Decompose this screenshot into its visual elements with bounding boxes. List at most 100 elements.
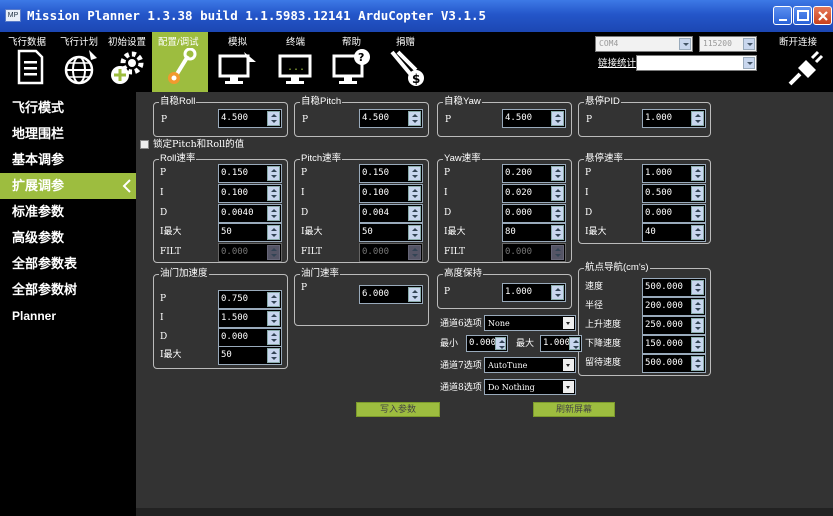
spinner-arrows-icon[interactable] xyxy=(267,348,280,363)
tune-max-input[interactable]: 1.000 xyxy=(540,335,582,352)
rate-pitch-d-input[interactable]: 0.004 xyxy=(359,204,423,223)
initial-setup-icon xyxy=(111,51,144,84)
toolbar-simulation[interactable]: 模拟 xyxy=(208,32,264,92)
ch6-select[interactable]: None xyxy=(484,315,576,331)
spinner-arrows-icon[interactable] xyxy=(691,337,704,352)
alt-hold-p-input[interactable]: 1.000 xyxy=(502,283,566,302)
spinner-arrows-icon[interactable] xyxy=(691,111,704,126)
spinner-arrows-icon[interactable] xyxy=(691,356,704,371)
spinner-arrows-icon[interactable] xyxy=(551,186,564,201)
rate-roll-i-input[interactable]: 0.100 xyxy=(218,184,282,203)
rate-pitch-i-input[interactable]: 0.100 xyxy=(359,184,423,203)
ch8-select[interactable]: Do Nothing xyxy=(484,379,576,395)
spinner-arrows-icon[interactable] xyxy=(267,111,280,126)
rate-pitch-p-input[interactable]: 0.150 xyxy=(359,164,423,183)
rate-roll-p-input[interactable]: 0.150 xyxy=(218,164,282,183)
spinner-arrows-icon[interactable] xyxy=(551,225,564,240)
disconnect-plug-icon[interactable] xyxy=(786,48,826,88)
toolbar-flight-plan[interactable]: 飞行计划 xyxy=(56,32,104,92)
wpnav-descent-speed-input[interactable]: 150.000 xyxy=(642,335,706,354)
spinner-arrows-icon[interactable] xyxy=(267,186,280,201)
baud-select[interactable]: 115200 xyxy=(699,36,757,52)
minimize-button[interactable] xyxy=(773,6,792,25)
link-stats-link[interactable]: 链接统计 xyxy=(598,55,636,69)
sidebar-item-full-param-list[interactable]: 全部参数表 xyxy=(0,251,136,277)
spinner-arrows-icon[interactable] xyxy=(408,287,421,302)
rate-yaw-i-input[interactable]: 0.020 xyxy=(502,184,566,203)
loiter-pid-p-input[interactable]: 1.000 xyxy=(642,109,706,128)
toolbar-config-tuning[interactable]: 配置/调试 xyxy=(152,32,208,92)
spinner-arrows-icon[interactable] xyxy=(408,166,421,181)
maximize-button[interactable] xyxy=(793,6,812,25)
stab-yaw-p-input[interactable]: 4.500 xyxy=(502,109,566,128)
loiter-rate-i-input[interactable]: 0.500 xyxy=(642,184,706,203)
spinner-arrows-icon[interactable] xyxy=(691,225,704,240)
spinner-arrows-icon[interactable] xyxy=(408,111,421,126)
spinner-arrows-icon[interactable] xyxy=(267,292,280,307)
spinner-arrows-icon[interactable] xyxy=(551,111,564,126)
throttle-accel-d-input[interactable]: 0.000 xyxy=(218,328,282,347)
spinner-arrows-icon[interactable] xyxy=(569,337,580,350)
wpnav-climb-speed-input[interactable]: 250.000 xyxy=(642,316,706,335)
spinner-arrows-icon[interactable] xyxy=(551,285,564,300)
sidebar-item-planner[interactable]: Planner xyxy=(0,303,136,329)
spinner-arrows-icon[interactable] xyxy=(551,206,564,221)
loiter-rate-p-input[interactable]: 1.000 xyxy=(642,164,706,183)
toolbar-help[interactable]: 帮助 ? xyxy=(322,32,378,92)
sidebar-item-advanced-params[interactable]: 高级参数 xyxy=(0,225,136,251)
spinner-arrows-icon[interactable] xyxy=(267,206,280,221)
sidebar-item-basic-tuning[interactable]: 基本调参 xyxy=(0,147,136,173)
spinner-arrows-icon[interactable] xyxy=(267,330,280,345)
rate-roll-imax-input[interactable]: 50 xyxy=(218,223,282,242)
spinner-arrows-icon[interactable] xyxy=(408,225,421,240)
spinner-arrows-icon[interactable] xyxy=(691,206,704,221)
wpnav-radius-input[interactable]: 200.000 xyxy=(642,297,706,316)
spinner-arrows-icon[interactable] xyxy=(691,280,704,295)
sidebar-item-flight-modes[interactable]: 飞行模式 xyxy=(0,95,136,121)
ch7-select[interactable]: AutoTune xyxy=(484,357,576,373)
toolbar-initial-setup[interactable]: 初始设置 xyxy=(104,32,152,92)
lock-pitch-roll-checkbox[interactable] xyxy=(140,140,149,149)
spinner-arrows-icon[interactable] xyxy=(408,206,421,221)
spinner-arrows-icon[interactable] xyxy=(267,311,280,326)
wpnav-loiter-speed-input[interactable]: 500.000 xyxy=(642,354,706,373)
filt-label: FILT xyxy=(444,247,466,257)
throttle-accel-i-input[interactable]: 1.500 xyxy=(218,309,282,328)
rate-pitch-imax-input[interactable]: 50 xyxy=(359,223,423,242)
loiter-rate-d-input[interactable]: 0.000 xyxy=(642,204,706,223)
rate-yaw-p-input[interactable]: 0.200 xyxy=(502,164,566,183)
spinner-arrows-icon[interactable] xyxy=(267,166,280,181)
sidebar-item-full-param-tree[interactable]: 全部参数树 xyxy=(0,277,136,303)
spinner-arrows-icon[interactable] xyxy=(691,299,704,314)
spinner-arrows-icon[interactable] xyxy=(495,337,506,350)
stab-roll-p-input[interactable]: 4.500 xyxy=(218,109,282,128)
rate-yaw-imax-input[interactable]: 80 xyxy=(502,223,566,242)
spinner-arrows-icon[interactable] xyxy=(691,166,704,181)
mavlink-select[interactable] xyxy=(636,55,757,71)
wpnav-speed-input[interactable]: 500.000 xyxy=(642,278,706,297)
spinner-arrows-icon[interactable] xyxy=(267,225,280,240)
write-params-button[interactable]: 写入参数 xyxy=(356,402,440,417)
loiter-rate-imax-input[interactable]: 40 xyxy=(642,223,706,242)
toolbar-flight-data[interactable]: 飞行数据 xyxy=(4,32,52,92)
throttle-accel-imax-input[interactable]: 50 xyxy=(218,346,282,365)
tune-min-input[interactable]: 0.000 xyxy=(466,335,508,352)
spinner-arrows-icon[interactable] xyxy=(551,166,564,181)
refresh-screen-button[interactable]: 刷新屏幕 xyxy=(533,402,615,417)
sidebar-item-standard-params[interactable]: 标准参数 xyxy=(0,199,136,225)
spinner-arrows-icon[interactable] xyxy=(691,318,704,333)
spinner-arrows-icon[interactable] xyxy=(408,186,421,201)
spinner-arrows-icon[interactable] xyxy=(691,186,704,201)
sidebar-item-extended-tuning[interactable]: 扩展调参 xyxy=(0,173,136,199)
rate-yaw-d-input[interactable]: 0.000 xyxy=(502,204,566,223)
throttle-rate-p-input[interactable]: 6.000 xyxy=(359,285,423,304)
stab-pitch-p-input[interactable]: 4.500 xyxy=(359,109,423,128)
toolbar-donate[interactable]: 捐赠 $ xyxy=(378,32,434,92)
throttle-accel-p-input[interactable]: 0.750 xyxy=(218,290,282,309)
toolbar-terminal[interactable]: 终端 ... xyxy=(266,32,322,92)
sidebar-item-geofence[interactable]: 地理围栏 xyxy=(0,121,136,147)
toolbar-label: 飞行数据 xyxy=(8,37,47,48)
rate-roll-d-input[interactable]: 0.0040 xyxy=(218,204,282,223)
close-button[interactable] xyxy=(813,6,832,25)
port-select[interactable]: COM4 xyxy=(595,36,693,52)
